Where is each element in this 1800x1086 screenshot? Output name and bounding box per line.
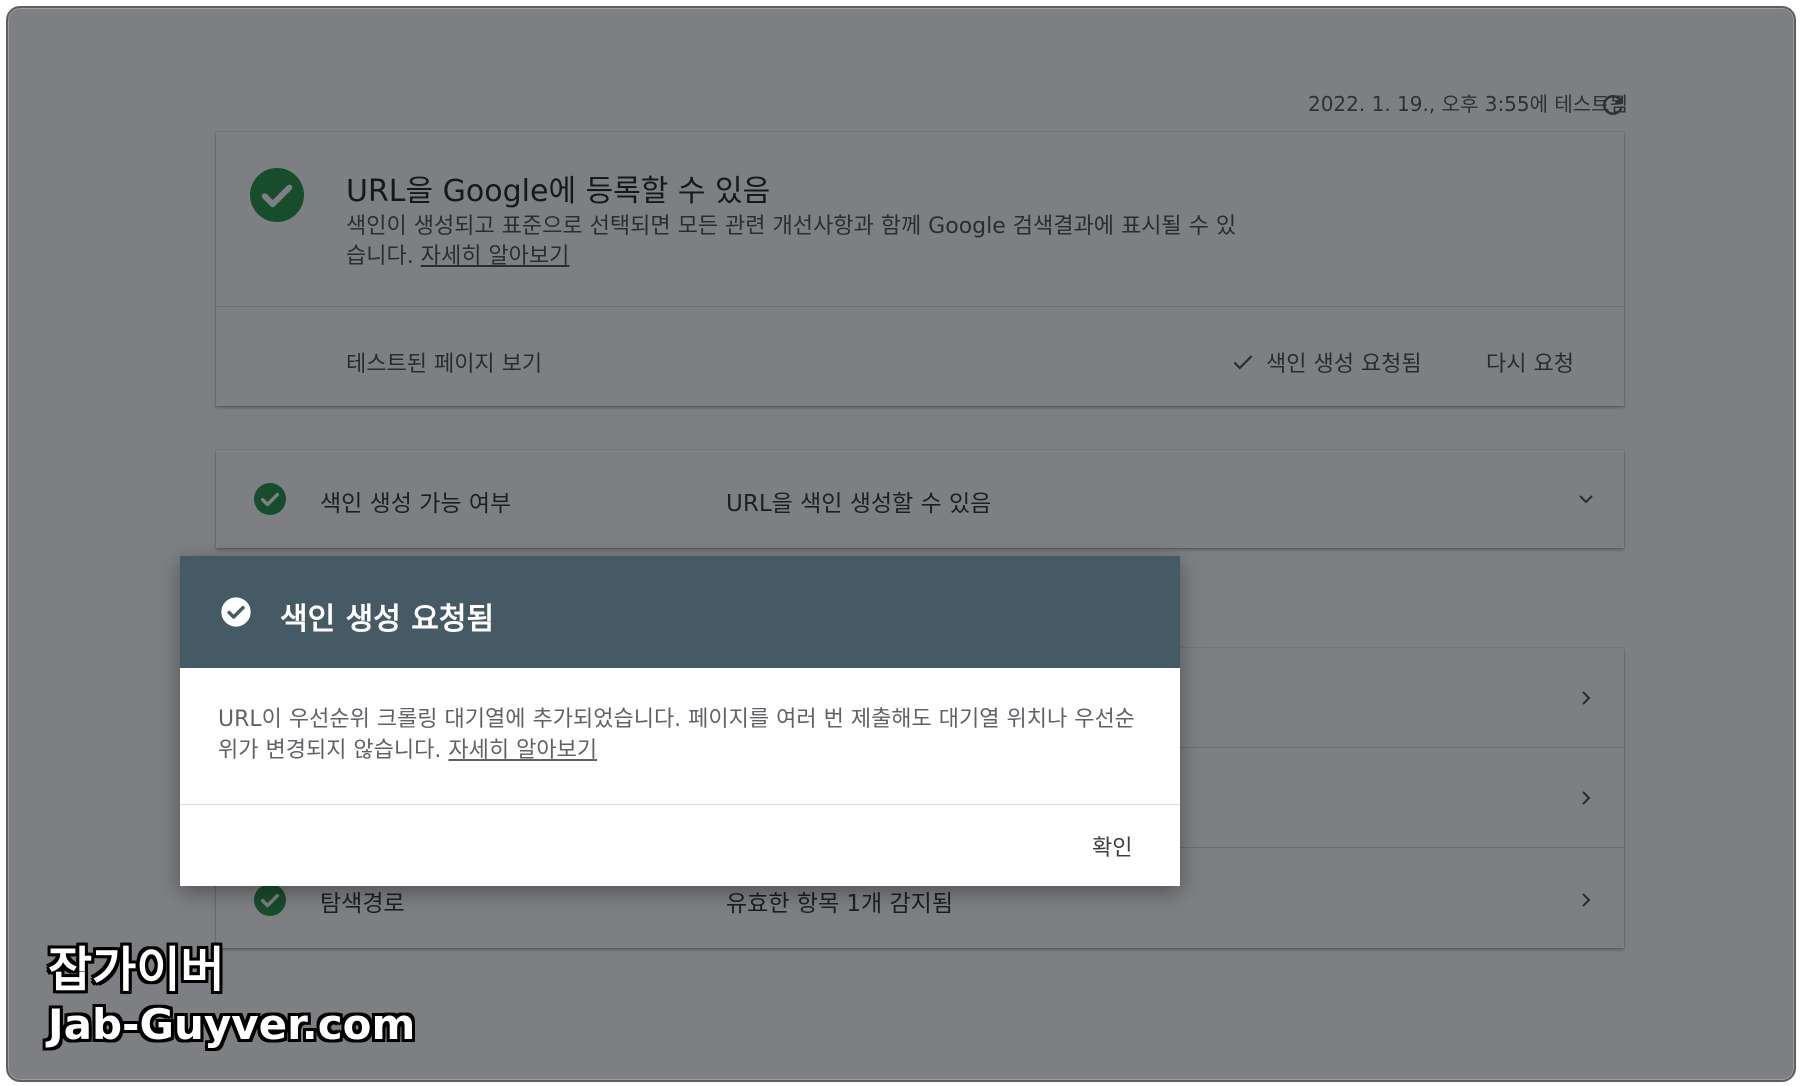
watermark-title: 잡가이버 [48, 942, 225, 998]
check-circle-icon [221, 597, 251, 627]
divider [216, 306, 1624, 307]
divider [180, 804, 1180, 805]
ok-button[interactable]: 확인 [1092, 830, 1132, 862]
indexability-label: 색인 생성 가능 여부 [320, 491, 512, 517]
enhancement-value: 유효한 항목 1개 감지됨 [726, 891, 954, 917]
indexing-requested-label: 색인 생성 요청됨 [1266, 352, 1422, 377]
request-again-button[interactable]: 다시 요청 [1486, 346, 1574, 378]
learn-more-link[interactable]: 자세히 알아보기 [421, 244, 570, 269]
status-card: URL을 Google에 등록할 수 있음 색인이 생성되고 표준으로 선택되면… [216, 132, 1624, 406]
chevron-down-icon[interactable] [1574, 487, 1598, 511]
check-circle-icon [250, 168, 304, 222]
enhancement-label: 탐색경로 [320, 891, 405, 917]
screenshot-frame: 2022. 1. 19., 오후 3:55에 테스트됨 URL을 Google에… [6, 6, 1796, 1082]
status-description: 색인이 생성되고 표준으로 선택되면 모든 관련 개선사항과 함께 Google… [346, 212, 1246, 272]
chevron-right-icon[interactable] [1574, 786, 1598, 810]
indexing-requested-status: 색인 생성 요청됨 [1230, 346, 1422, 378]
refresh-icon[interactable] [1598, 90, 1628, 120]
view-tested-page-button[interactable]: 테스트된 페이지 보기 [346, 346, 542, 378]
dialog-title: 색인 생성 요청됨 [280, 602, 495, 637]
check-icon [1233, 355, 1253, 370]
chevron-right-icon[interactable] [1574, 686, 1598, 710]
dialog-learn-more-link[interactable]: 자세히 알아보기 [448, 738, 597, 763]
chevron-right-icon[interactable] [1574, 888, 1598, 912]
watermark-url: Jab-Guyver.com [48, 1000, 416, 1049]
check-circle-icon [254, 884, 286, 916]
dialog-body: URL이 우선순위 크롤링 대기열에 추가되었습니다. 페이지를 여러 번 제출… [218, 704, 1148, 766]
tested-timestamp: 2022. 1. 19., 오후 3:55에 테스트됨 [1307, 92, 1628, 116]
indexability-value: URL을 색인 생성할 수 있음 [726, 491, 992, 517]
dialog-header: 색인 생성 요청됨 [180, 556, 1180, 668]
indexing-requested-dialog: 색인 생성 요청됨 URL이 우선순위 크롤링 대기열에 추가되었습니다. 페이… [180, 556, 1180, 886]
check-circle-icon [254, 483, 286, 515]
indexability-row[interactable]: 색인 생성 가능 여부 URL을 색인 생성할 수 있음 [216, 450, 1624, 548]
status-title: URL을 Google에 등록할 수 있음 [346, 174, 771, 209]
dialog-body-text: URL이 우선순위 크롤링 대기열에 추가되었습니다. 페이지를 여러 번 제출… [218, 707, 1135, 763]
